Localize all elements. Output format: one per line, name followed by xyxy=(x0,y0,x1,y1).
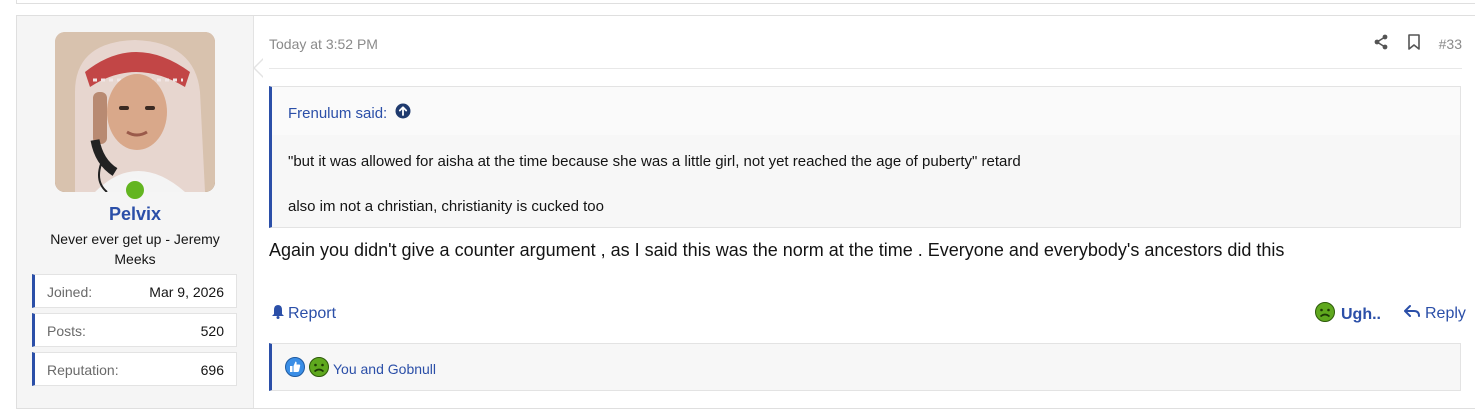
quote-line: "but it was allowed for aisha at the tim… xyxy=(288,153,1021,170)
post-date[interactable]: Today at 3:52 PM xyxy=(269,36,378,52)
extra-value: 696 xyxy=(200,362,224,378)
extra-label: Reputation: xyxy=(47,362,119,378)
reaction-button[interactable]: Ugh.. xyxy=(1315,302,1381,327)
user-avatar[interactable] xyxy=(55,32,215,192)
extra-value: 520 xyxy=(200,323,224,339)
bookmark-icon[interactable] xyxy=(1407,34,1421,53)
quote-author-link[interactable]: Frenulum said: xyxy=(288,103,411,123)
user-column-arrow-fill xyxy=(255,59,264,77)
reactions-text: You and Gobnull xyxy=(333,360,437,377)
user-extra-joined: Joined: Mar 9, 2026 xyxy=(32,274,237,308)
reactions-summary-bar: You and Gobnull xyxy=(269,343,1461,391)
reply-arrow-icon xyxy=(1404,304,1420,323)
extra-label: Posts: xyxy=(47,323,86,339)
post-main: Today at 3:52 PM #33 Frenulum said: "but… xyxy=(269,16,1466,408)
user-extra-posts: Posts: 520 xyxy=(32,313,237,347)
report-button[interactable]: Report xyxy=(271,304,336,324)
ugh-face-icon xyxy=(1315,302,1335,327)
report-label: Report xyxy=(288,305,337,322)
quote-header: Frenulum said: xyxy=(272,87,1460,135)
extra-label: Joined: xyxy=(47,284,93,300)
reply-label: Reply xyxy=(1425,304,1466,322)
user-title: Never ever get up - Jeremy Meeks xyxy=(50,231,220,267)
user-extra-reputation: Reputation: 696 xyxy=(32,352,237,386)
reply-button[interactable]: Reply xyxy=(1404,304,1466,323)
ugh-icon xyxy=(309,357,329,380)
quote-block: Frenulum said: "but it was allowed for a… xyxy=(269,86,1461,228)
like-icon xyxy=(285,357,305,380)
reactions-summary[interactable]: You and Gobnull xyxy=(285,357,436,380)
online-status-dot xyxy=(123,178,147,202)
user-info-column: Pelvix Never ever get up - Jeremy Meeks … xyxy=(17,16,254,408)
header-divider xyxy=(269,68,1462,69)
share-icon[interactable] xyxy=(1373,34,1389,53)
quote-line: also im not a christian, christianity is… xyxy=(288,198,604,215)
post-header-actions: #33 xyxy=(1373,34,1462,53)
jump-to-quote-icon[interactable] xyxy=(395,103,411,123)
reaction-label: Ugh.. xyxy=(1341,305,1381,323)
post-body: Again you didn't give a counter argument… xyxy=(269,240,1285,260)
previous-post-edge xyxy=(16,0,1475,4)
forum-post: Pelvix Never ever get up - Jeremy Meeks … xyxy=(16,15,1475,409)
username[interactable]: Pelvix xyxy=(17,204,253,225)
post-number[interactable]: #33 xyxy=(1439,36,1462,52)
extra-value: Mar 9, 2026 xyxy=(149,284,224,300)
bell-icon xyxy=(271,304,285,324)
quote-author: Frenulum said: xyxy=(288,104,388,122)
